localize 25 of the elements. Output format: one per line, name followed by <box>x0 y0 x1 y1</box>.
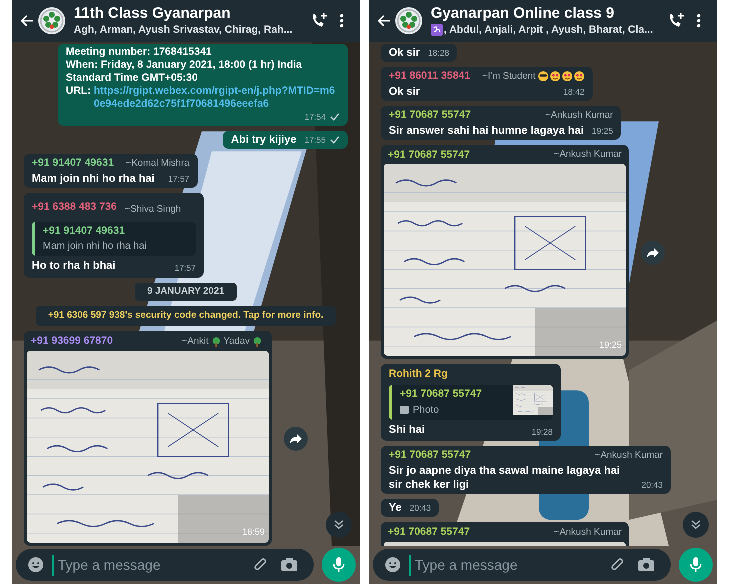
group-title[interactable]: 11th Class Gyanarpan <box>74 5 298 23</box>
microphone-icon <box>690 557 702 573</box>
paperclip-icon[interactable] <box>610 557 626 573</box>
camera-icon[interactable] <box>281 558 298 572</box>
group-logo-icon[interactable] <box>38 7 66 35</box>
om-symbol-icon <box>431 24 443 36</box>
microphone-icon <box>333 557 345 573</box>
back-arrow-icon[interactable] <box>20 14 34 28</box>
menu-icon[interactable] <box>340 14 344 28</box>
group-members: , Abdul, Anjali, Arpit , Ayush, Bharat, Cla... <box>444 23 654 37</box>
message-input[interactable]: Type a message <box>373 549 671 581</box>
microphone-button[interactable] <box>679 548 713 582</box>
smiley-icon[interactable] <box>28 557 44 573</box>
paperclip-icon[interactable] <box>253 557 269 573</box>
message-input[interactable]: Type a message <box>16 549 314 581</box>
back-arrow-icon[interactable] <box>377 14 391 28</box>
add-call-icon[interactable] <box>310 12 328 30</box>
add-call-icon[interactable] <box>667 12 685 30</box>
group-logo-icon[interactable] <box>395 7 423 35</box>
microphone-button[interactable] <box>322 548 356 582</box>
group-members: Agh, Arman, Ayush Srivastav, Chirag, Rah... <box>74 23 293 37</box>
camera-icon[interactable] <box>638 558 655 572</box>
group-title[interactable]: Gyanarpan Online class 9 <box>431 5 655 23</box>
smiley-icon[interactable] <box>385 557 401 573</box>
menu-icon[interactable] <box>697 14 701 28</box>
